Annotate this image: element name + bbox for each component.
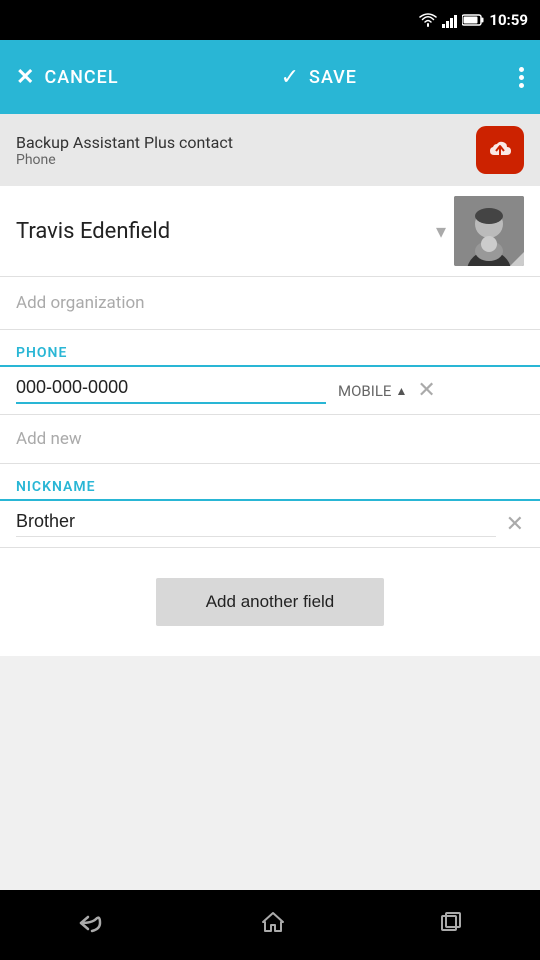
- back-button[interactable]: [78, 911, 106, 939]
- save-button[interactable]: ✓ SAVE: [281, 65, 357, 90]
- phone-input[interactable]: [16, 377, 326, 404]
- nickname-delete-icon[interactable]: ✕: [506, 512, 524, 537]
- avatar-expand-arrow: [510, 252, 524, 266]
- more-options-icon: [519, 67, 524, 88]
- recents-button[interactable]: [440, 911, 462, 939]
- action-bar: ✕ CANCEL ✓ SAVE: [0, 40, 540, 114]
- cancel-icon: ✕: [16, 65, 34, 90]
- status-bar: 10:59: [0, 0, 540, 40]
- name-chevron-icon[interactable]: ▾: [436, 219, 446, 243]
- add-new-row[interactable]: Add new: [0, 415, 540, 464]
- backup-title: Backup Assistant Plus contact: [16, 133, 233, 152]
- home-button[interactable]: [261, 910, 285, 940]
- nickname-section-header: NICKNAME: [0, 464, 540, 501]
- back-arrow-icon: [78, 913, 106, 933]
- org-placeholder: Add organization: [16, 293, 145, 313]
- phone-section-header: PHONE: [0, 330, 540, 367]
- nickname-row: ✕: [0, 501, 540, 548]
- more-options-button[interactable]: [519, 67, 524, 88]
- save-label: SAVE: [309, 67, 357, 88]
- form-area: Travis Edenfield ▾ Add organization: [0, 186, 540, 656]
- battery-icon: [462, 13, 484, 27]
- cancel-label: CANCEL: [44, 67, 118, 88]
- recents-icon: [440, 911, 462, 933]
- phone-type-label: MOBILE: [338, 382, 391, 400]
- cancel-button[interactable]: ✕ CANCEL: [16, 65, 119, 90]
- name-row: Travis Edenfield ▾: [0, 186, 540, 277]
- status-icons: 10:59: [419, 11, 528, 29]
- avatar: [454, 196, 524, 266]
- add-new-text: Add new: [16, 429, 82, 449]
- phone-row: MOBILE ▲ ✕: [0, 367, 540, 415]
- phone-section-label: PHONE: [16, 345, 67, 361]
- add-field-container: Add another field: [0, 548, 540, 656]
- save-check-icon: ✓: [281, 65, 299, 90]
- name-input-container: Travis Edenfield ▾: [16, 219, 454, 244]
- nickname-input[interactable]: [16, 511, 496, 537]
- backup-subtitle: Phone: [16, 152, 233, 168]
- signal-icon: [442, 12, 457, 28]
- backup-info: Backup Assistant Plus contact Phone: [16, 133, 233, 168]
- nickname-section-label: NICKNAME: [16, 479, 95, 495]
- status-time: 10:59: [489, 11, 528, 29]
- backup-banner: Backup Assistant Plus contact Phone: [0, 114, 540, 186]
- phone-type-arrow-icon: ▲: [395, 384, 407, 398]
- nav-bar: [0, 890, 540, 960]
- name-value[interactable]: Travis Edenfield: [16, 219, 436, 244]
- phone-delete-icon[interactable]: ✕: [417, 378, 435, 403]
- phone-type-selector[interactable]: MOBILE ▲: [338, 382, 407, 400]
- org-row[interactable]: Add organization: [0, 277, 540, 330]
- add-another-field-button[interactable]: Add another field: [156, 578, 385, 626]
- cloud-upload-icon: [483, 133, 517, 167]
- backup-icon: [476, 126, 524, 174]
- wifi-icon: [419, 13, 437, 27]
- home-icon: [261, 910, 285, 934]
